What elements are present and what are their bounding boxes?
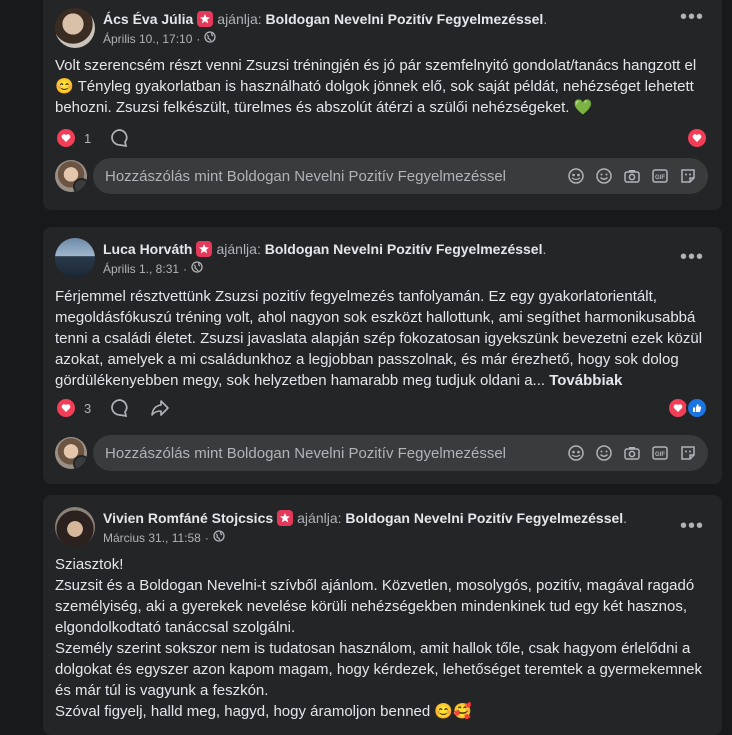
text-line: Férjemmel résztvettünk Zsuzsi pozitív fe… xyxy=(55,288,657,305)
text-line: Zsuzsit és a Boldogan Nevelni-t szívből … xyxy=(55,577,695,594)
recommendation-post: Ács Éva Júlia ajánlja: Boldogan Nevelni P… xyxy=(43,0,722,210)
recommendation-badge-icon xyxy=(277,510,294,526)
post-timestamp[interactable]: Március 31., 11:58 xyxy=(103,531,201,545)
like-reaction-icon xyxy=(686,397,708,419)
text-line: elgondolkodtató tanáccsal szolgálni. xyxy=(55,619,296,636)
see-more-link[interactable]: Továbbiak xyxy=(549,372,622,389)
page-link[interactable]: Boldogan Nevelni Pozitív Fegyelmezéssel xyxy=(266,11,544,27)
avatar-sticker-icon[interactable] xyxy=(566,166,586,186)
emoji-icon[interactable] xyxy=(594,166,614,186)
time-separator: · xyxy=(196,31,201,46)
text-line: dolgokat és egyszer azon kapom magam, ho… xyxy=(55,661,703,678)
text-line: Sziasztok! xyxy=(55,556,124,573)
comment-placeholder[interactable]: Hozzászólás mint Boldogan Nevelni Pozití… xyxy=(105,445,566,462)
post-text: Volt szerencsém részt venni Zsuzsi tréni… xyxy=(55,55,708,118)
post-timestamp[interactable]: Április 1., 8:31 xyxy=(103,262,179,276)
reaction-count: 1 xyxy=(84,130,92,146)
my-reactions[interactable] xyxy=(686,127,708,149)
svg-text:GIF: GIF xyxy=(655,175,665,181)
comment-icon[interactable] xyxy=(109,397,131,419)
love-reaction-icon xyxy=(57,129,75,147)
avatar[interactable] xyxy=(55,8,95,48)
text-line: személyiség, aki a gyerekek nevelése kör… xyxy=(55,598,688,615)
text-line: és már túl is vagyunk a feszkón. xyxy=(55,682,269,699)
avatar[interactable] xyxy=(55,238,95,278)
sticker-icon[interactable] xyxy=(678,443,698,463)
reaction-summary[interactable]: 3 xyxy=(57,399,91,417)
recommendation-post: Luca Horváth ajánlja: Boldogan Nevelni Po… xyxy=(43,227,722,484)
post-header: Luca Horváth ajánlja: Boldogan Nevelni Po… xyxy=(55,238,546,278)
page-link[interactable]: Boldogan Nevelni Pozitív Fegyelmezéssel xyxy=(265,241,543,257)
green-heart-emoji: 💚 xyxy=(573,99,593,116)
avatar[interactable] xyxy=(55,160,87,192)
more-options-icon[interactable]: ••• xyxy=(680,7,704,27)
avatar[interactable] xyxy=(55,437,87,469)
more-options-icon[interactable]: ••• xyxy=(680,247,704,267)
text-line: Személy szerint sokszor nem is tudatosan… xyxy=(55,640,691,657)
love-reaction-icon xyxy=(57,399,75,417)
time-separator: · xyxy=(204,530,209,545)
page-suffix: . xyxy=(542,241,547,257)
text-line: behozni. Zsuzsi felkészült, türelmes és … xyxy=(55,99,570,116)
gif-icon[interactable]: GIF xyxy=(650,443,670,463)
comment-input[interactable]: Hozzászólás mint Boldogan Nevelni Pozití… xyxy=(93,435,708,471)
post-actions: 3 xyxy=(57,397,171,419)
recommends-label: ajánlja: xyxy=(217,11,262,27)
more-options-icon[interactable]: ••• xyxy=(680,516,704,536)
love-reaction-icon xyxy=(686,127,708,149)
svg-text:GIF: GIF xyxy=(655,452,665,458)
sticker-icon[interactable] xyxy=(678,166,698,186)
post-header: Vivien Romfáné Stojcsics ajánlja: Boldoga… xyxy=(55,507,627,547)
recommends-label: ajánlja: xyxy=(297,510,342,526)
page-suffix: . xyxy=(543,11,548,27)
globe-icon xyxy=(213,530,225,545)
post-header: Ács Éva Júlia ajánlja: Boldogan Nevelni P… xyxy=(55,8,547,48)
author-name[interactable]: Ács Éva Júlia xyxy=(103,11,193,27)
comment-placeholder[interactable]: Hozzászólás mint Boldogan Nevelni Pozití… xyxy=(105,168,566,185)
text-line: Szóval figyelj, halld meg, hagyd, hogy á… xyxy=(55,703,431,720)
comment-input[interactable]: Hozzászólás mint Boldogan Nevelni Pozití… xyxy=(93,158,708,194)
avatar-sticker-icon[interactable] xyxy=(566,443,586,463)
text-line: megoldásfókuszú tréning volt, ahol nagyo… xyxy=(55,309,696,326)
page-link[interactable]: Boldogan Nevelni Pozitív Fegyelmezéssel xyxy=(345,510,623,526)
recommendation-badge-icon xyxy=(196,241,213,257)
smile-emoji: 😊🥰 xyxy=(434,703,472,720)
post-text: Sziasztok! Zsuzsit és a Boldogan Nevelni… xyxy=(55,554,708,722)
smile-emoji: 😊 xyxy=(55,78,74,95)
post-timestamp[interactable]: Április 10., 17:10 xyxy=(103,32,192,46)
reaction-count: 3 xyxy=(84,400,92,416)
camera-icon[interactable] xyxy=(622,166,642,186)
text-line: azokat, amelyek a mi családunkhoz a legj… xyxy=(55,351,679,368)
time-separator: · xyxy=(183,261,188,276)
comment-composer: Hozzászólás mint Boldogan Nevelni Pozití… xyxy=(55,158,708,194)
recommendation-post: Vivien Romfáné Stojcsics ajánlja: Boldoga… xyxy=(43,495,722,735)
recommends-label: ajánlja: xyxy=(216,241,261,257)
recommendation-badge-icon xyxy=(197,11,214,27)
globe-icon xyxy=(204,31,217,46)
reaction-summary[interactable]: 1 xyxy=(57,129,91,147)
comment-composer: Hozzászólás mint Boldogan Nevelni Pozití… xyxy=(55,435,708,471)
text-line: Tényleg gyakorlatban is használható dolg… xyxy=(77,78,694,95)
emoji-icon[interactable] xyxy=(594,443,614,463)
post-actions: 1 xyxy=(57,127,131,149)
text-line: tenni a családi életet. Zsuzsi javaslata… xyxy=(55,330,703,347)
text-line: Volt szerencsém részt venni Zsuzsi tréni… xyxy=(55,57,697,74)
gif-icon[interactable]: GIF xyxy=(650,166,670,186)
author-name[interactable]: Vivien Romfáné Stojcsics xyxy=(103,510,273,526)
post-text: Férjemmel résztvettünk Zsuzsi pozitív fe… xyxy=(55,286,708,391)
text-line: gördülékenyebben megy, sok helyzetben ha… xyxy=(55,372,546,389)
globe-icon xyxy=(191,261,203,276)
page-suffix: . xyxy=(623,510,628,526)
avatar[interactable] xyxy=(55,507,95,547)
camera-icon[interactable] xyxy=(622,443,642,463)
comment-icon[interactable] xyxy=(109,127,131,149)
my-reactions[interactable] xyxy=(667,397,708,419)
author-name[interactable]: Luca Horváth xyxy=(103,241,192,257)
share-icon[interactable] xyxy=(149,397,171,419)
